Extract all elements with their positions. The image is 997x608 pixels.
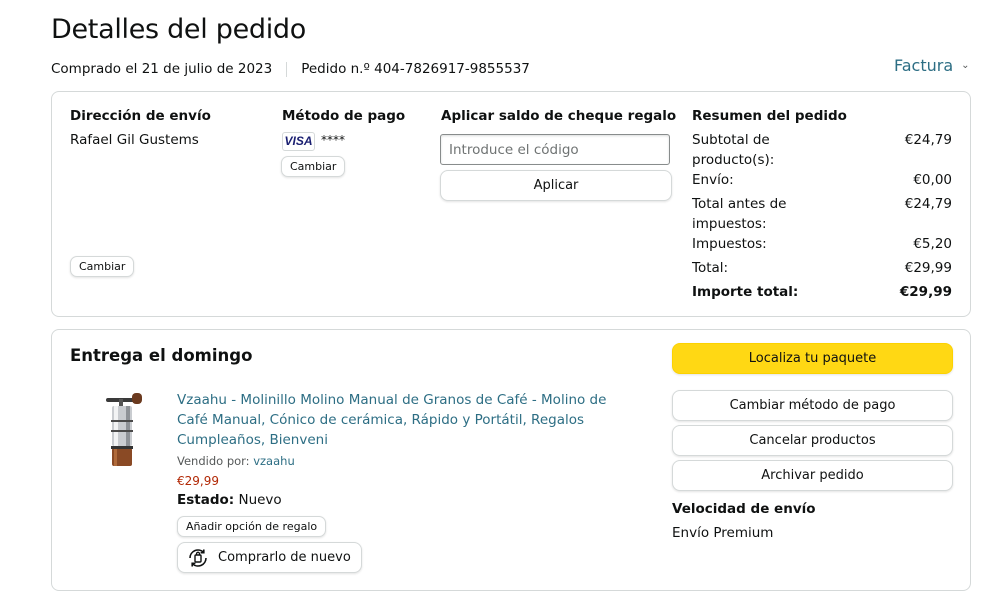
summary-label: Subtotal de producto(s): <box>692 132 775 168</box>
buy-again-label: Comprarlo de nuevo <box>218 550 351 565</box>
sold-by-label: Vendido por: <box>177 454 250 468</box>
summary-row-tax: Impuestos: €5,20 <box>692 234 952 254</box>
card-mask: **** <box>321 133 345 147</box>
add-gift-option-button[interactable]: Añadir opción de regalo <box>177 516 327 537</box>
product-title-link[interactable]: Vzaahu - Molinillo Molino Manual de Gran… <box>177 390 637 450</box>
status-value: Nuevo <box>238 492 282 508</box>
summary-label: Impuestos: <box>692 236 767 252</box>
delivery-title: Entrega el domingo <box>70 346 253 365</box>
summary-row-shipping: Envío: €0,00 <box>692 170 952 190</box>
gift-card-heading: Aplicar saldo de cheque regalo <box>441 108 677 124</box>
shipping-heading: Dirección de envío <box>70 108 211 124</box>
summary-value: €29,99 <box>904 260 952 276</box>
shipping-speed-heading: Velocidad de envío <box>672 501 816 517</box>
payment-heading: Método de pago <box>282 108 406 124</box>
summary-label: Envío: <box>692 172 734 188</box>
summary-row-pretax: Total antes de impuestos: €24,79 <box>692 194 952 234</box>
apply-gift-button[interactable]: Aplicar <box>440 170 672 201</box>
order-number: Pedido n.º 404-7826917-9855537 <box>301 61 530 77</box>
product-status: Estado: Nuevo <box>177 492 282 508</box>
product-image[interactable] <box>92 390 152 480</box>
change-address-button[interactable]: Cambiar <box>70 256 135 277</box>
buy-again-button[interactable]: Comprarlo de nuevo <box>177 542 362 573</box>
product-price: €29,99 <box>177 474 219 488</box>
invoice-dropdown[interactable]: Factura ⌄ <box>894 56 970 75</box>
page-title: Detalles del pedido <box>51 14 306 45</box>
summary-label: Importe total: <box>692 284 799 300</box>
delivery-card: Entrega el domingo Vzaahu - Molinillo Mo… <box>51 329 971 591</box>
status-label: Estado: <box>177 492 235 508</box>
track-package-button[interactable]: Localiza tu paquete <box>672 343 953 374</box>
summary-row-subtotal: Subtotal de producto(s): €24,79 <box>692 130 952 170</box>
invoice-label: Factura <box>894 56 954 75</box>
buy-again-icon <box>189 548 207 567</box>
summary-value: €24,79 <box>904 132 952 148</box>
seller-line: Vendido por: vzaahu <box>177 454 295 468</box>
order-summary-card: Dirección de envío Rafael Gil Gustems Ca… <box>51 91 971 317</box>
summary-value: €0,00 <box>913 172 952 188</box>
summary-label: Total: <box>692 260 729 276</box>
summary-row-grand-total: Importe total: €29,99 <box>692 282 952 302</box>
visa-card-icon: VISA <box>282 132 315 151</box>
chevron-down-icon: ⌄ <box>961 60 970 71</box>
summary-value: €29,99 <box>899 284 952 300</box>
change-payment-button[interactable]: Cambiar <box>281 156 346 177</box>
order-meta: Comprado el 21 de julio de 2023 Pedido n… <box>51 61 530 77</box>
summary-value: €5,20 <box>913 236 952 252</box>
change-payment-method-button[interactable]: Cambiar método de pago <box>672 390 953 421</box>
summary-label: Total antes de impuestos: <box>692 196 787 232</box>
gift-code-input[interactable] <box>440 134 670 165</box>
purchase-date: Comprado el 21 de julio de 2023 <box>51 61 273 77</box>
summary-heading: Resumen del pedido <box>692 108 847 124</box>
meta-divider <box>286 61 288 77</box>
seller-link[interactable]: vzaahu <box>253 454 295 468</box>
summary-row-total: Total: €29,99 <box>692 258 952 278</box>
archive-order-button[interactable]: Archivar pedido <box>672 460 953 491</box>
shipping-name: Rafael Gil Gustems <box>70 132 199 148</box>
summary-value: €24,79 <box>904 196 952 212</box>
cancel-items-button[interactable]: Cancelar productos <box>672 425 953 456</box>
shipping-speed-value: Envío Premium <box>672 525 774 541</box>
